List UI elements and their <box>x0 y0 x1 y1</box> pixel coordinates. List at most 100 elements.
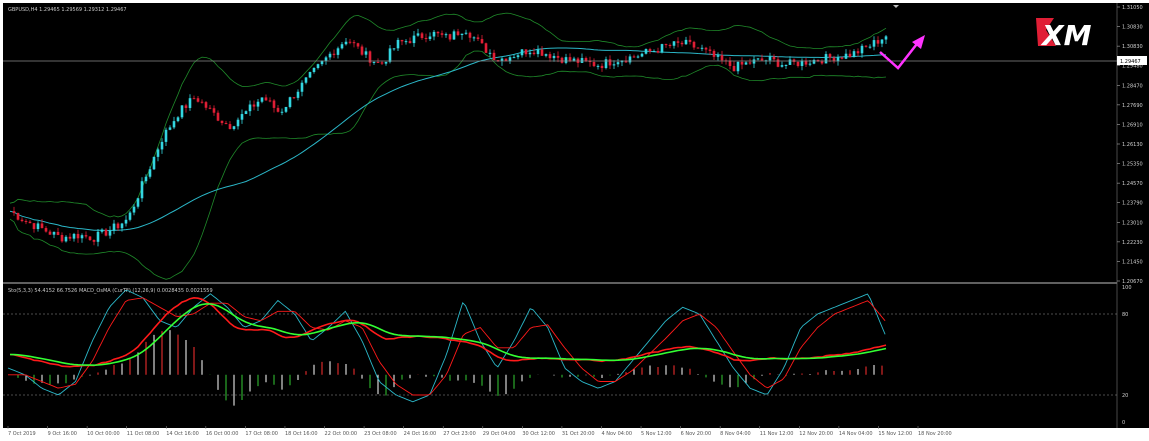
candle-body <box>156 149 160 157</box>
candle-body <box>24 221 28 223</box>
candle-body <box>552 55 556 59</box>
candle-body <box>228 124 232 130</box>
price-tick-label: 1.24570 <box>1122 181 1143 187</box>
candle-body <box>112 223 116 231</box>
candle-body <box>248 104 252 112</box>
candle-body <box>132 206 136 213</box>
candle-body <box>460 33 464 36</box>
candle-body <box>484 43 488 53</box>
candle-body <box>280 111 284 113</box>
candle-body <box>544 54 548 56</box>
candle-body <box>88 236 92 241</box>
candle-body <box>532 52 536 55</box>
candle-body <box>304 77 308 83</box>
candle-body <box>644 49 648 54</box>
candle-body <box>612 64 616 66</box>
candle-body <box>204 102 208 108</box>
time-tick-label: 7 Oct 2019 <box>8 431 36 437</box>
candle-body <box>408 41 412 44</box>
time-tick-label: 12 Nov 20:00 <box>799 431 833 437</box>
candle-body <box>812 59 816 64</box>
xm-logo: XM <box>1036 18 1092 52</box>
candle-body <box>380 62 384 64</box>
candle-body <box>60 234 64 242</box>
price-tick-label: 1.22230 <box>1122 240 1143 246</box>
time-tick-label: 6 Nov 20:00 <box>681 431 712 437</box>
candle-body <box>828 54 832 58</box>
price-tick-label: 1.26910 <box>1122 122 1143 128</box>
candle-body <box>736 61 740 72</box>
indicator-tick-label: 20 <box>1122 393 1128 399</box>
time-tick-label: 8 Nov 04:00 <box>720 431 751 437</box>
candle-body <box>288 97 292 107</box>
candle-body <box>376 61 380 63</box>
candle-body <box>336 48 340 55</box>
candle-body <box>688 39 692 42</box>
candle-body <box>776 59 780 67</box>
candle-body <box>172 121 176 128</box>
price-tick-label: 1.21450 <box>1122 259 1143 265</box>
time-tick-label: 18 Nov 20:00 <box>918 431 952 437</box>
candle-body <box>384 61 388 64</box>
candle-body <box>756 58 760 60</box>
time-tick-label: 29 Oct 04:00 <box>483 431 516 437</box>
candle-body <box>212 108 216 113</box>
candle-body <box>600 65 604 69</box>
price-tick-label: 1.31050 <box>1122 5 1143 11</box>
candle-body <box>268 100 272 102</box>
chart-canvas[interactable]: 1.310501.308301.308301.294801.284701.276… <box>0 0 1149 441</box>
candle-body <box>732 65 736 72</box>
candle-body <box>856 51 860 54</box>
candle-body <box>276 107 280 112</box>
candle-body <box>876 40 880 44</box>
time-tick-label: 30 Oct 12:00 <box>522 431 555 437</box>
candle-body <box>292 97 296 99</box>
candle-body <box>564 57 568 63</box>
time-tick-label: 11 Nov 12:00 <box>760 431 794 437</box>
candle-body <box>684 39 688 45</box>
candle-body <box>704 47 708 50</box>
candle-body <box>296 91 300 98</box>
time-tick-label: 4 Nov 04:00 <box>601 431 632 437</box>
candle-body <box>780 65 784 67</box>
candle-body <box>788 59 792 65</box>
candle-body <box>16 213 20 220</box>
price-tick-label: 1.28470 <box>1122 83 1143 89</box>
candle-body <box>748 62 752 64</box>
candle-body <box>572 58 576 61</box>
candle-body <box>364 51 368 55</box>
candle-body <box>388 48 392 62</box>
indicator-tick-label: 80 <box>1122 312 1128 318</box>
candle-body <box>584 58 588 61</box>
candle-body <box>472 37 476 39</box>
candle-body <box>324 57 328 61</box>
candle-body <box>652 51 656 53</box>
candle-body <box>180 105 184 118</box>
candle-body <box>416 33 420 36</box>
candle-body <box>352 42 356 44</box>
candle-body <box>448 34 452 40</box>
candle-body <box>400 39 404 42</box>
candle-body <box>232 126 236 130</box>
candle-body <box>840 57 844 59</box>
candle-body <box>300 82 304 92</box>
candle-body <box>76 233 80 239</box>
candle-body <box>708 49 712 51</box>
candle-body <box>880 39 884 44</box>
candle-body <box>236 119 240 127</box>
candle-body <box>596 65 600 67</box>
candle-body <box>580 58 584 63</box>
candle-body <box>528 52 532 55</box>
candle-body <box>264 97 268 101</box>
time-tick-label: 31 Oct 20:00 <box>562 431 595 437</box>
candle-body <box>656 51 660 53</box>
candle-body <box>664 44 668 46</box>
candle-body <box>548 54 552 59</box>
candle-body <box>668 45 672 47</box>
candle-body <box>104 229 108 236</box>
candle-body <box>468 32 472 38</box>
candle-body <box>404 41 408 43</box>
chart-background <box>3 3 1120 428</box>
candle-body <box>696 47 700 49</box>
candle-body <box>768 56 772 61</box>
